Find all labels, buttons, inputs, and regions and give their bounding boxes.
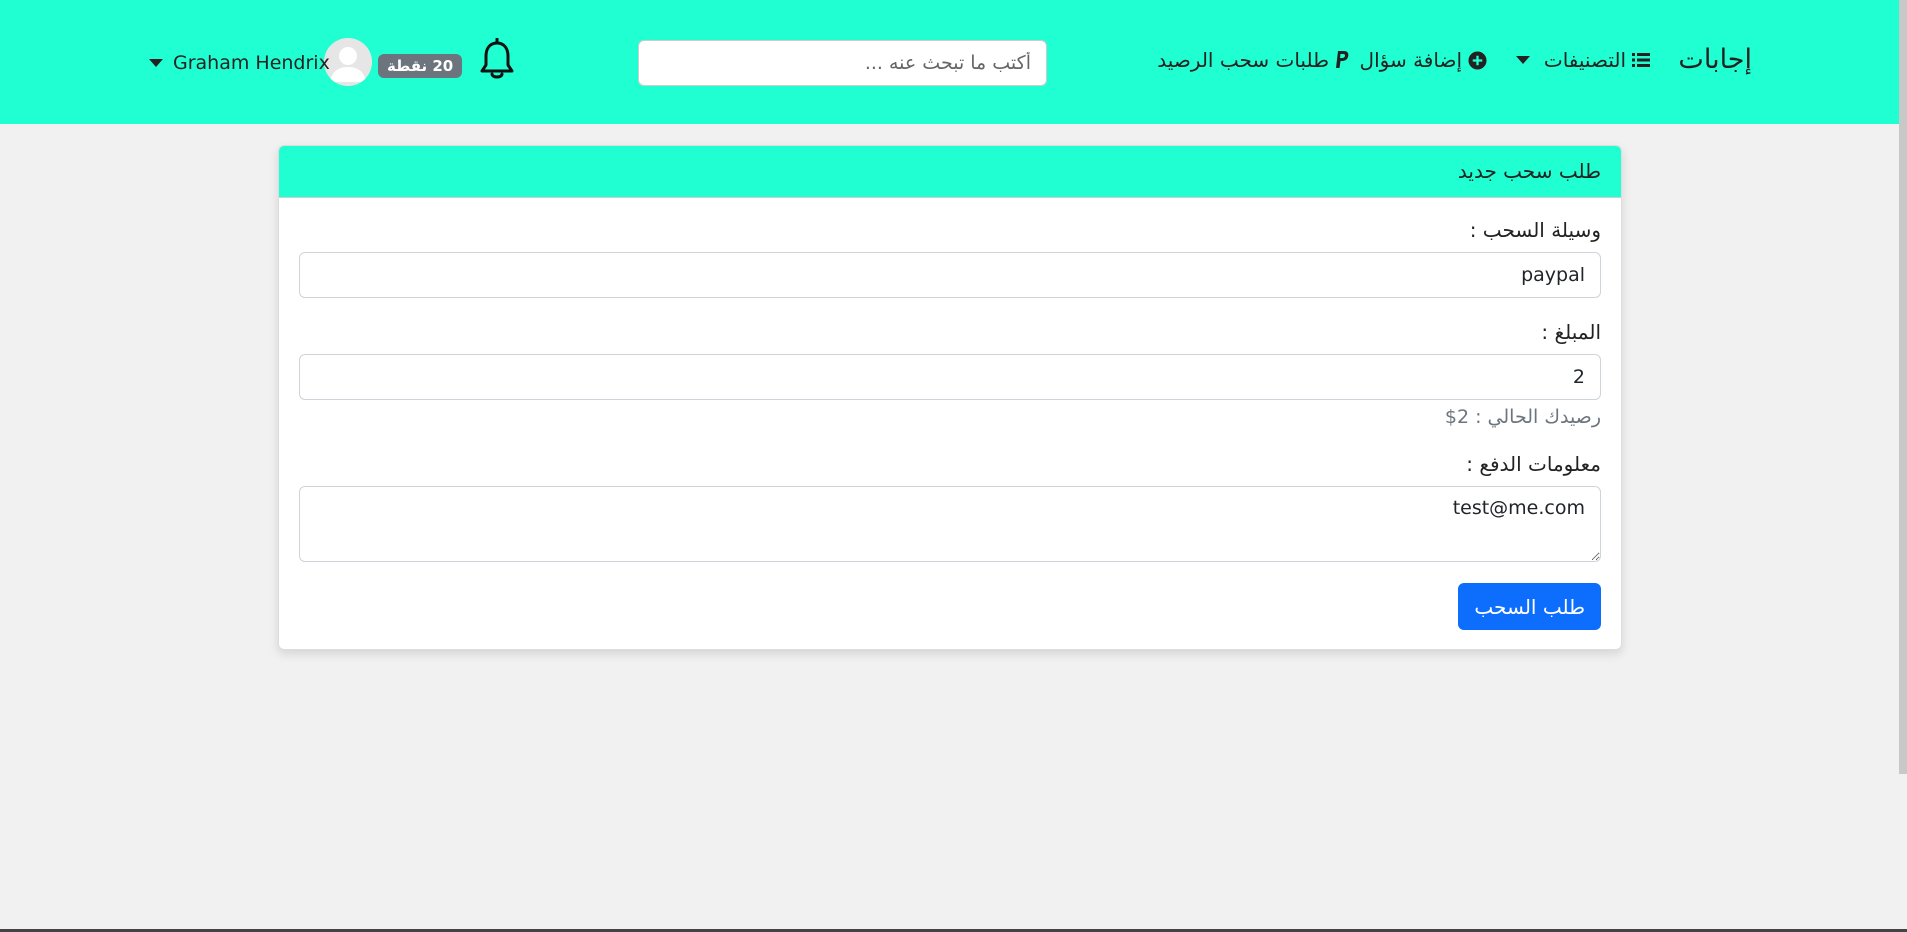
amount-field[interactable] [299,354,1601,400]
list-icon [1632,53,1650,67]
payment-info-field[interactable]: test@me.com [299,486,1601,562]
submit-withdrawal-button[interactable]: طلب السحب [1458,583,1601,630]
current-balance-text: رصيدك الحالي : 2$ [1444,406,1601,428]
nav-categories-dropdown[interactable]: التصنيفات [1515,48,1650,72]
nav-withdrawal-requests[interactable]: طلبات سحب الرصيد [1157,48,1350,72]
username-label[interactable]: Graham Hendrix [173,52,330,74]
nav-add-question-label: إضافة سؤال [1359,48,1462,72]
withdrawal-request-card: طلب سحب جديد وسيلة السحب : المبلغ : رصيد… [278,145,1622,650]
payment-info-label: معلومات الدفع : [1466,452,1601,476]
amount-label: المبلغ : [1541,320,1601,344]
points-badge: 20 نقطة [378,54,463,78]
caret-down-icon[interactable] [149,59,163,67]
bell-icon[interactable] [478,38,516,82]
nav-withdrawal-requests-label: طلبات سحب الرصيد [1157,48,1329,72]
nav-add-question[interactable]: إضافة سؤال [1360,48,1487,72]
withdrawal-method-label: وسيلة السحب : [1469,218,1601,242]
caret-down-icon [1515,56,1530,64]
withdrawal-method-field[interactable] [299,252,1601,298]
user-avatar-icon[interactable] [324,38,372,86]
brand-logo[interactable]: إجابات [1678,44,1752,75]
nav-categories-label: التصنيفات [1543,48,1626,72]
search-input[interactable] [638,40,1047,86]
top-navbar: إجابات التصنيفات إضافة سؤال طلبات سحب ال… [0,0,1899,124]
card-title: طلب سحب جديد [279,146,1621,198]
paypal-icon [1336,51,1349,68]
plus-circle-icon [1468,50,1487,70]
scrollbar[interactable] [1899,0,1907,774]
